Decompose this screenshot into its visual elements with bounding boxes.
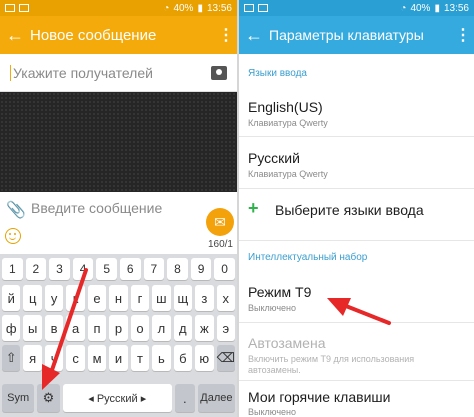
pointer-arrow — [42, 268, 88, 390]
keyboard-settings-screen: ◔ 40% ▮ 13:56 ← Параметры клавиатуры ⋮ Я… — [239, 0, 474, 417]
pointer-arrow — [327, 298, 391, 325]
arrow-shaft — [344, 304, 391, 325]
new-message-screen: ◔ 40% ▮ 13:56 ← Новое сообщение ⋮ Укажит… — [0, 0, 237, 417]
arrow-shaft — [49, 268, 88, 375]
